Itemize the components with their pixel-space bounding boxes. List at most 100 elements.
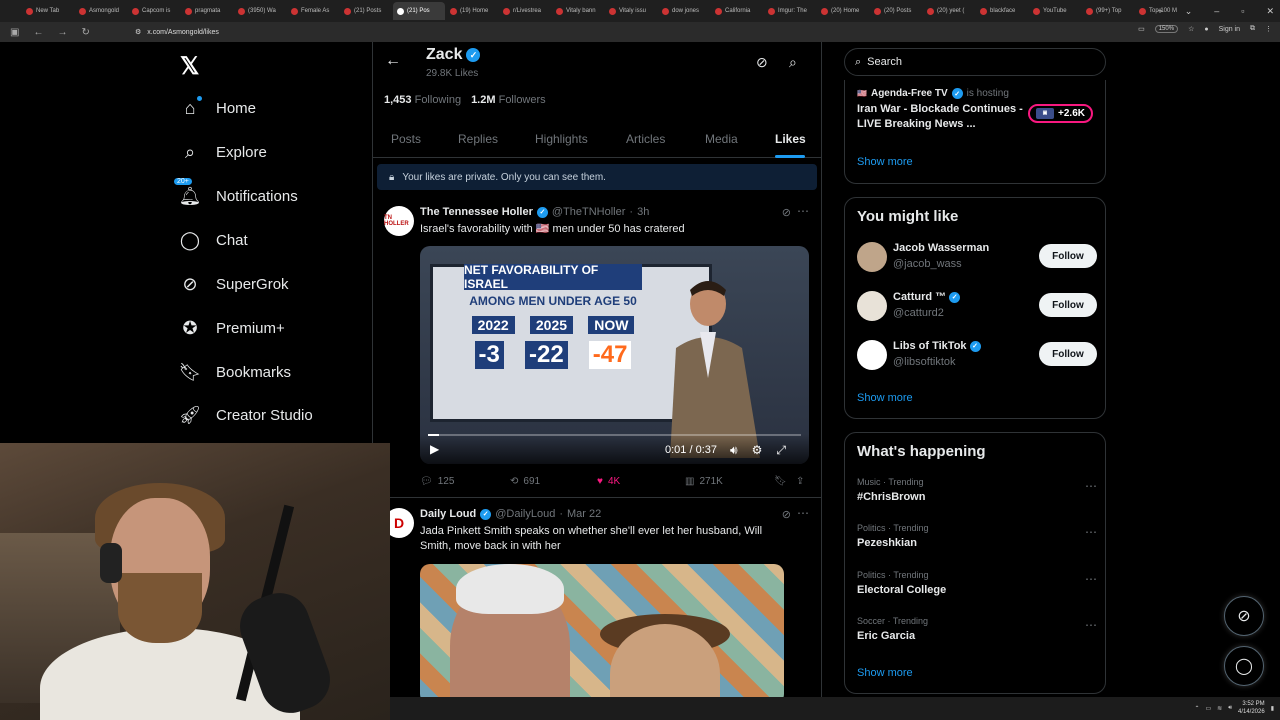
more-options-icon[interactable]: ⋯ [1085,479,1097,493]
reload-icon[interactable]: ↻ [81,27,89,38]
views-button[interactable]: ▥ 271K [685,476,723,487]
trend-item[interactable]: Politics · Trending Pezeshkian ⋯ [857,523,1097,557]
site-info-icon[interactable]: ⚙ [135,28,141,36]
browser-tab[interactable]: New Tab [22,2,74,20]
browser-tab[interactable]: (19) Home [446,2,498,20]
browser-tab[interactable]: (21) Pos [393,2,445,20]
nav-supergrok[interactable]: ⊘ SuperGrok [180,274,288,294]
extensions-icon[interactable]: ⧉ [1250,25,1255,33]
tab-media[interactable]: Media [705,132,738,146]
tweet-video[interactable]: NET FAVORABILITY OF ISRAEL AMONG MEN UND… [420,246,809,464]
browser-tab[interactable]: Vitaly bann [552,2,604,20]
reader-icon[interactable]: ▭ [1138,25,1145,33]
tab-replies[interactable]: Replies [458,132,498,146]
avatar[interactable] [857,242,887,272]
sidebar-toggle-icon[interactable]: ▣ [10,27,19,38]
browser-tab[interactable]: (21) Posts [340,2,392,20]
nav-bookmarks[interactable]: 🔖︎ Bookmarks [179,362,291,382]
followers-link[interactable]: 1.2M Followers [471,94,546,106]
tweet-author-name[interactable]: Daily Loud [420,508,476,520]
profile-icon[interactable]: ● [1204,26,1208,33]
reply-button[interactable]: 💬︎ 125 [420,476,454,487]
url-field[interactable]: ⚙ x.com/Asmongold/likes [135,25,1125,39]
more-options-icon[interactable]: ⋯ [797,506,809,520]
browser-tab[interactable]: Vitaly issu [605,2,657,20]
browser-tab[interactable]: (99+) Top [1082,2,1134,20]
tab-likes[interactable]: Likes [775,132,806,146]
nav-home[interactable]: ⌂ Home [180,96,256,118]
wifi-icon[interactable]: ≋ [1217,705,1222,712]
grok-explain-icon[interactable]: ⊘ [782,508,791,521]
x-logo[interactable]: 𝕏 [180,52,199,81]
browser-tab[interactable]: (20) Posts [870,2,922,20]
forward-icon[interactable]: → [57,27,67,38]
browser-tab[interactable]: YouTube [1029,2,1081,20]
show-more-link[interactable]: Show more [857,156,913,168]
zoom-level[interactable]: 150% [1154,25,1179,33]
volume-icon[interactable]: 🔊︎ [730,443,738,458]
video-progress-bar[interactable] [428,434,801,436]
menu-icon[interactable]: ⋮ [1265,25,1272,33]
browser-tab[interactable]: California [711,2,763,20]
show-more-link[interactable]: Show more [857,392,913,404]
trend-item[interactable]: Politics · Trending Electoral College ⋯ [857,570,1097,604]
avatar[interactable] [857,340,887,370]
star-icon[interactable]: ☆ [1188,25,1194,33]
browser-tab[interactable]: pragmata [181,2,233,20]
follow-button[interactable]: Follow [1039,244,1097,268]
tab-articles[interactable]: Articles [626,132,665,146]
tab-highlights[interactable]: Highlights [535,132,588,146]
tab-list-icon[interactable]: ⌄ [1185,6,1193,17]
bookmark-button[interactable]: 🔖︎ [774,476,787,487]
tweet-time[interactable]: 3h [637,206,649,218]
nav-creator-studio[interactable]: 🚀︎ Creator Studio [179,405,313,425]
play-icon[interactable]: ▶ [430,442,439,456]
close-window-icon[interactable]: ✕ [1266,6,1274,17]
browser-tab[interactable]: (20) yeet ( [923,2,975,20]
signin-link[interactable]: Sign in [1219,26,1240,33]
suggested-user[interactable]: Jacob Wasserman @jacob_wass Follow [857,240,1097,276]
search-input[interactable]: ⌕ Search [844,48,1106,76]
maximize-icon[interactable]: ▫ [1241,6,1244,16]
tray-chevron-icon[interactable]: ⌃ [1194,705,1199,712]
browser-tab[interactable]: Asmongold [75,2,127,20]
nav-explore[interactable]: ⌕ Explore [180,142,267,162]
tab-posts[interactable]: Posts [391,132,421,146]
tweet-image[interactable] [420,564,784,698]
grok-fab-button[interactable]: ⊘ [1224,596,1264,636]
more-options-icon[interactable]: ⋯ [797,204,809,218]
trend-item[interactable]: Music · Trending #ChrisBrown ⋯ [857,477,1097,511]
back-icon[interactable]: ← [33,27,43,38]
more-options-icon[interactable]: ⋯ [1085,618,1097,632]
share-button[interactable]: ⇪ [796,476,804,487]
browser-tab[interactable]: Female As [287,2,339,20]
like-button[interactable]: ♥ 4K [597,476,620,487]
grok-analyze-icon[interactable]: ⊘ [756,54,768,71]
more-options-icon[interactable]: ⋯ [1085,572,1097,586]
browser-tab[interactable]: dow jones [658,2,710,20]
browser-tab[interactable]: (3950) Wa [234,2,286,20]
follow-button[interactable]: Follow [1039,342,1097,366]
nav-notifications[interactable]: 🔔︎ 20+ Notifications [174,178,298,206]
new-tab-icon[interactable]: + [1157,6,1162,16]
tweet-author-name[interactable]: The Tennessee Holler [420,206,533,218]
repost-button[interactable]: ⟲ 691 [510,476,540,487]
browser-tab[interactable]: Imgur: The [764,2,816,20]
live-host-row[interactable]: 🇺🇸 Agenda-Free TV ✓ is hosting [857,88,1009,99]
suggested-user[interactable]: Catturd ™ ✓ @catturd2 Follow [857,289,1097,325]
clock[interactable]: 3:52 PM 4/14/2026 [1238,700,1265,716]
volume-icon[interactable]: 🔊︎ [1228,705,1232,712]
tweet-avatar[interactable]: TN HOLLER [384,206,414,236]
browser-tab[interactable]: blackface [976,2,1028,20]
nav-premium[interactable]: ✪ Premium+ [180,318,284,338]
fullscreen-icon[interactable]: ⤢ [776,443,786,458]
tweet-handle[interactable]: @DailyLoud [495,508,555,520]
tweet-time[interactable]: Mar 22 [567,508,601,520]
show-more-link[interactable]: Show more [857,667,913,679]
live-listeners-pill[interactable]: ▣ +2.6K [1028,104,1093,123]
follow-button[interactable]: Follow [1039,293,1097,317]
browser-tab[interactable]: Capcom is [128,2,180,20]
tweet-handle[interactable]: @TheTNHoller [552,206,626,218]
trend-item[interactable]: Soccer · Trending Eric Garcia ⋯ [857,616,1097,650]
browser-tab[interactable]: (20) Home [817,2,869,20]
